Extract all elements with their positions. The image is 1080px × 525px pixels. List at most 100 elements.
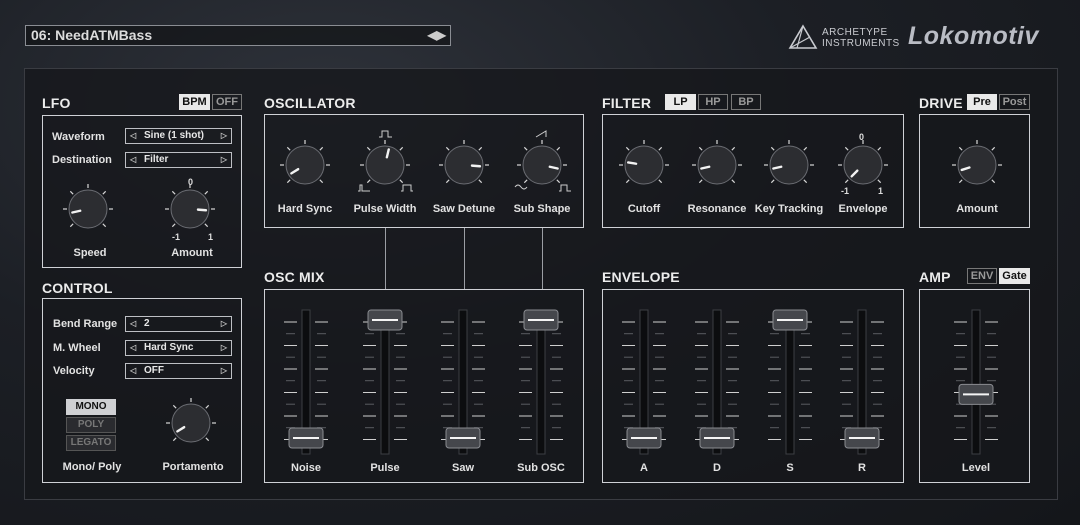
- noise-fader[interactable]: [281, 308, 331, 461]
- prev-arrow-icon[interactable]: ◁: [130, 341, 136, 355]
- sustain-label: S: [786, 462, 794, 474]
- fader-track: [380, 309, 390, 455]
- lfo-bpm-toggle[interactable]: BPM: [179, 94, 210, 110]
- archetype-logo-icon: [788, 24, 818, 49]
- waveform-value: Sine (1 shot): [144, 130, 205, 141]
- mod-wheel-dropdown[interactable]: ◁ Hard Sync ▷: [125, 340, 232, 356]
- next-arrow-icon[interactable]: ▷: [221, 153, 227, 167]
- hard-sync-knob[interactable]: [280, 140, 330, 195]
- mod-wheel-value: Hard Sync: [144, 342, 194, 353]
- pulse-fader[interactable]: [360, 308, 410, 461]
- resonance-knob[interactable]: [692, 140, 742, 195]
- fader-graphic: [441, 309, 485, 455]
- prev-arrow-icon[interactable]: ◁: [130, 153, 136, 167]
- amp-env-toggle[interactable]: ENV: [967, 268, 997, 284]
- sustain-fader[interactable]: [765, 308, 815, 461]
- knob-tick: [399, 179, 404, 184]
- knob-tick: [803, 179, 808, 184]
- knob-tick: [171, 190, 176, 195]
- preset-nav-arrows-icon[interactable]: ◀▶: [428, 26, 446, 45]
- release-fader[interactable]: [837, 308, 887, 461]
- knob-tick: [478, 146, 483, 151]
- prev-arrow-icon[interactable]: ◁: [130, 317, 136, 331]
- knob-indicator: [470, 164, 482, 168]
- next-arrow-icon[interactable]: ▷: [221, 364, 227, 378]
- knob-tick: [625, 179, 630, 184]
- filter-hp-toggle[interactable]: HP: [698, 94, 728, 110]
- filter-lp-toggle[interactable]: LP: [665, 94, 696, 110]
- next-arrow-icon[interactable]: ▷: [221, 129, 227, 143]
- amp-level-fader[interactable]: [951, 308, 1001, 461]
- key-tracking-knob[interactable]: [764, 140, 814, 195]
- knob-indicator: [700, 165, 711, 170]
- knob-tick: [877, 146, 882, 151]
- fader-graphic: [284, 309, 328, 455]
- next-arrow-icon[interactable]: ▷: [221, 317, 227, 331]
- knob-tick: [445, 179, 450, 184]
- knob-graphic: [952, 140, 1002, 185]
- knob-tick: [770, 179, 775, 184]
- knob-tick: [204, 223, 209, 228]
- drive-post-toggle[interactable]: Post: [999, 94, 1030, 110]
- velocity-value: OFF: [144, 365, 164, 376]
- knob-graphic: [166, 398, 216, 443]
- knob-indicator: [196, 208, 208, 212]
- poly-button[interactable]: POLY: [66, 417, 116, 433]
- mono-poly-label: Mono/ Poly: [62, 461, 122, 473]
- connector-line: [385, 228, 386, 289]
- lfo-amount-min: -1: [172, 232, 181, 242]
- knob-tick: [445, 146, 450, 151]
- lfo-speed-knob[interactable]: [63, 184, 113, 239]
- velocity-dropdown[interactable]: ◁ OFF ▷: [125, 363, 232, 379]
- product-name: Lokomotiv: [908, 22, 1039, 50]
- pulse-width-knob[interactable]: [360, 140, 410, 195]
- bend-range-dropdown[interactable]: ◁ 2 ▷: [125, 316, 232, 332]
- preset-selector[interactable]: 06: NeedATMBass ◀▶: [25, 25, 451, 46]
- prev-arrow-icon[interactable]: ◁: [130, 129, 136, 143]
- fader-graphic: [840, 309, 884, 455]
- square-wave-icon: [379, 130, 392, 138]
- mono-button[interactable]: MONO: [66, 399, 116, 415]
- knob-tick: [958, 179, 963, 184]
- knob-tick: [205, 437, 210, 442]
- knob-body: [171, 403, 211, 443]
- knob-tick: [366, 146, 371, 151]
- knob-tick: [69, 223, 74, 228]
- saw-fader[interactable]: [438, 308, 488, 461]
- sub-osc-label: Sub OSC: [517, 462, 565, 474]
- amp-gate-toggle[interactable]: Gate: [999, 268, 1030, 284]
- preset-name: 06: NeedATMBass: [31, 27, 153, 43]
- portamento-knob[interactable]: [166, 398, 216, 453]
- sub-shape-label: Sub Shape: [513, 203, 571, 215]
- attack-fader[interactable]: [619, 308, 669, 461]
- drive-amount-knob[interactable]: [952, 140, 1002, 195]
- filter-title: FILTER: [602, 95, 652, 111]
- sub-osc-fader[interactable]: [516, 308, 566, 461]
- waveform-dropdown[interactable]: ◁ Sine (1 shot) ▷: [125, 128, 232, 144]
- envelope-amount-label: Envelope: [838, 203, 888, 215]
- lfo-amount-knob[interactable]: [165, 184, 215, 239]
- prev-arrow-icon[interactable]: ◁: [130, 364, 136, 378]
- filter-bp-toggle[interactable]: BP: [731, 94, 761, 110]
- cutoff-knob[interactable]: [619, 140, 669, 195]
- portamento-label: Portamento: [162, 461, 224, 473]
- knob-body: [285, 145, 325, 185]
- decay-fader[interactable]: [692, 308, 742, 461]
- sub-shape-knob[interactable]: [517, 140, 567, 195]
- destination-dropdown[interactable]: ◁ Filter ▷: [125, 152, 232, 168]
- fader-graphic: [622, 309, 666, 455]
- knob-tick: [991, 146, 996, 151]
- control-title: CONTROL: [42, 280, 113, 296]
- knob-tick: [556, 179, 561, 184]
- destination-label: Destination: [52, 154, 112, 166]
- lfo-off-toggle[interactable]: OFF: [212, 94, 242, 110]
- waveform-label: Waveform: [52, 131, 105, 143]
- next-arrow-icon[interactable]: ▷: [221, 341, 227, 355]
- knob-tick: [172, 404, 177, 409]
- legato-button[interactable]: LEGATO: [66, 435, 116, 451]
- saw-detune-knob[interactable]: [439, 140, 489, 195]
- osc-mix-title: OSC MIX: [264, 269, 325, 285]
- bend-range-label: Bend Range: [53, 318, 118, 330]
- drive-pre-toggle[interactable]: Pre: [967, 94, 997, 110]
- knob-tick: [625, 146, 630, 151]
